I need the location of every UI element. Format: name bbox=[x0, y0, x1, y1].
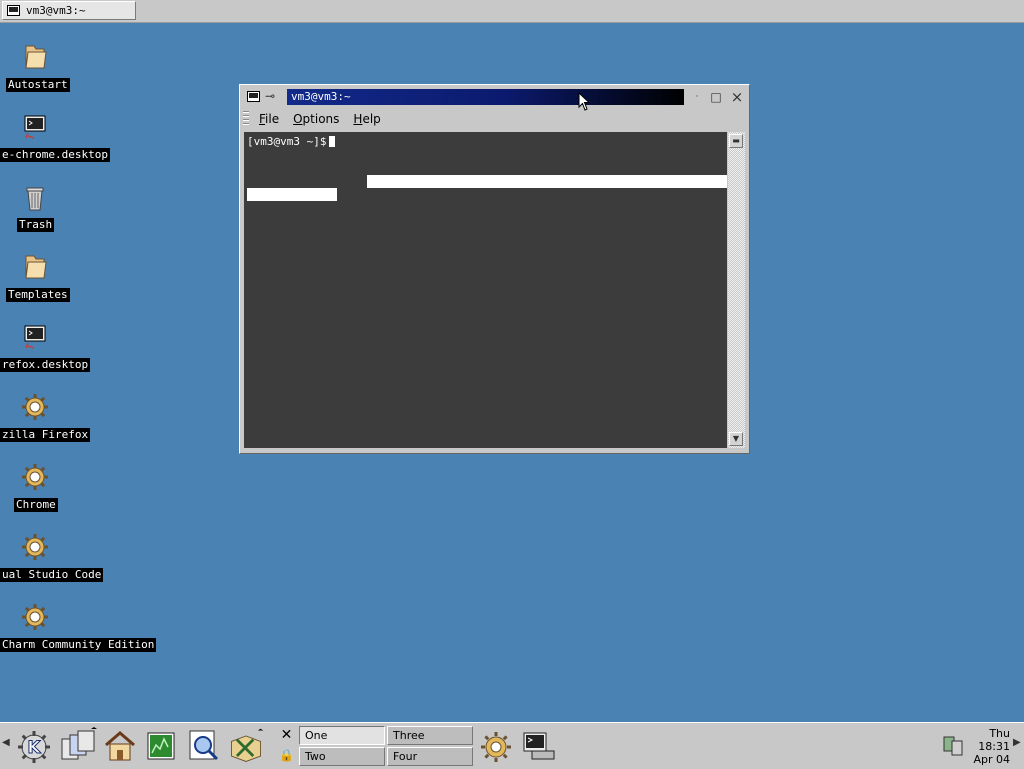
panel-hide-right-icon[interactable]: ▶ bbox=[1013, 737, 1021, 748]
system-monitor-icon[interactable] bbox=[142, 727, 182, 765]
gear-icon bbox=[22, 464, 48, 490]
scrollbar[interactable]: ▬ ▼ bbox=[728, 132, 745, 448]
desktop-icon-label: refox.desktop bbox=[0, 358, 91, 372]
clock[interactable]: Thu 18:31 Apr 04 bbox=[966, 727, 1010, 766]
logout-x-icon[interactable]: ✕ bbox=[279, 727, 294, 744]
selection-highlight bbox=[247, 188, 337, 201]
svg-text:K: K bbox=[27, 738, 41, 758]
workspace-three[interactable]: Three bbox=[387, 726, 473, 745]
desktop-icon-chrome-desktop[interactable]: e-chrome.desktop bbox=[0, 112, 150, 172]
desktop-icon-templates[interactable]: Templates bbox=[0, 252, 150, 312]
desktop-icon-label: Trash bbox=[17, 218, 55, 232]
desktop-icon-chrome[interactable]: Chrome bbox=[0, 462, 150, 522]
panel-hide-left-icon[interactable]: ◀ bbox=[2, 737, 10, 748]
home-folder-icon[interactable] bbox=[100, 727, 140, 765]
folder-icon bbox=[25, 255, 47, 279]
menu-bar: File Options Help bbox=[241, 109, 746, 129]
terminal-icon bbox=[7, 5, 20, 16]
lock-logout-group: ✕ 🔒 bbox=[278, 726, 296, 766]
clock-day: Thu bbox=[989, 727, 1010, 740]
taskbar-gear-icon[interactable] bbox=[476, 727, 516, 765]
mouse-pointer-icon bbox=[578, 92, 591, 111]
desktop-icon-autostart[interactable]: Autostart bbox=[0, 42, 150, 102]
maximize-icon[interactable]: □ bbox=[709, 90, 723, 104]
main-menu-gear-icon[interactable]: K bbox=[14, 727, 54, 765]
window-menu-icon[interactable] bbox=[247, 91, 260, 102]
workspace-one[interactable]: One bbox=[299, 726, 385, 745]
text-cursor bbox=[329, 136, 336, 147]
taskbar-task-label: vm3@vm3:~ bbox=[26, 4, 86, 17]
desktop-icon-label: e-chrome.desktop bbox=[0, 148, 110, 162]
trash-icon bbox=[26, 187, 44, 211]
konsole-terminal-icon[interactable] bbox=[518, 727, 558, 765]
desktop-icon-vscode[interactable]: ual Studio Code bbox=[0, 532, 150, 592]
desktop-icon-mozilla-firefox[interactable]: zilla Firefox bbox=[0, 392, 150, 452]
gear-icon bbox=[22, 534, 48, 560]
lock-icon[interactable]: 🔒 bbox=[279, 747, 294, 764]
workspace-two[interactable]: Two bbox=[299, 747, 385, 766]
utilities-icon[interactable] bbox=[226, 727, 266, 765]
desktop-icon-pycharm[interactable]: Charm Community Edition bbox=[0, 602, 157, 662]
clock-time: 18:31 bbox=[978, 740, 1010, 753]
clock-date: Apr 04 bbox=[973, 753, 1010, 766]
taskbar-task-terminal[interactable]: vm3@vm3:~ bbox=[2, 1, 136, 20]
network-icon[interactable] bbox=[942, 733, 964, 759]
close-icon[interactable]: × bbox=[730, 90, 744, 105]
terminal-icon bbox=[24, 115, 46, 139]
desktop-icon-label: Chrome bbox=[14, 498, 58, 512]
terminal-window: ⊸ vm3@vm3:~ · □ × File Options Help [vm3… bbox=[239, 84, 750, 454]
window-list-icon[interactable] bbox=[58, 727, 98, 765]
menubar-grip[interactable] bbox=[243, 111, 249, 127]
desktop-icon-label: Templates bbox=[6, 288, 70, 302]
scroll-down-button[interactable]: ▼ bbox=[729, 432, 743, 446]
selection-highlight bbox=[367, 175, 727, 188]
terminal-icon bbox=[24, 325, 46, 349]
terminal-output[interactable]: [vm3@vm3 ~]$ bbox=[244, 132, 727, 448]
desktop-icon-label: zilla Firefox bbox=[0, 428, 91, 442]
minimize-icon[interactable]: · bbox=[690, 90, 704, 104]
workspace-four[interactable]: Four bbox=[387, 747, 473, 766]
menu-file[interactable]: File bbox=[259, 112, 279, 126]
desktop-icon-trash[interactable]: Trash bbox=[0, 182, 150, 242]
bottom-panel: ◀ K ✕ 🔒 One Three Two Four Thu 18:31 Apr… bbox=[0, 722, 1024, 769]
gear-icon bbox=[22, 394, 48, 420]
desktop-icon-label: Charm Community Edition bbox=[0, 638, 157, 652]
scroll-up-button[interactable]: ▬ bbox=[729, 134, 743, 148]
shell-prompt: [vm3@vm3 ~]$ bbox=[247, 135, 327, 148]
folder-icon bbox=[25, 45, 47, 69]
find-files-icon[interactable] bbox=[184, 727, 224, 765]
window-title: vm3@vm3:~ bbox=[287, 89, 684, 105]
menu-options[interactable]: Options bbox=[293, 112, 339, 126]
window-titlebar[interactable]: ⊸ vm3@vm3:~ · □ × bbox=[244, 88, 744, 108]
menu-help[interactable]: Help bbox=[353, 112, 380, 126]
desktop-icon-label: Autostart bbox=[6, 78, 70, 92]
top-taskbar: vm3@vm3:~ bbox=[0, 0, 1024, 23]
pin-icon[interactable]: ⊸ bbox=[265, 89, 275, 103]
gear-icon bbox=[22, 604, 48, 630]
desktop-icon-label: ual Studio Code bbox=[0, 568, 104, 582]
desktop-icon-firefox-desktop[interactable]: refox.desktop bbox=[0, 322, 150, 382]
